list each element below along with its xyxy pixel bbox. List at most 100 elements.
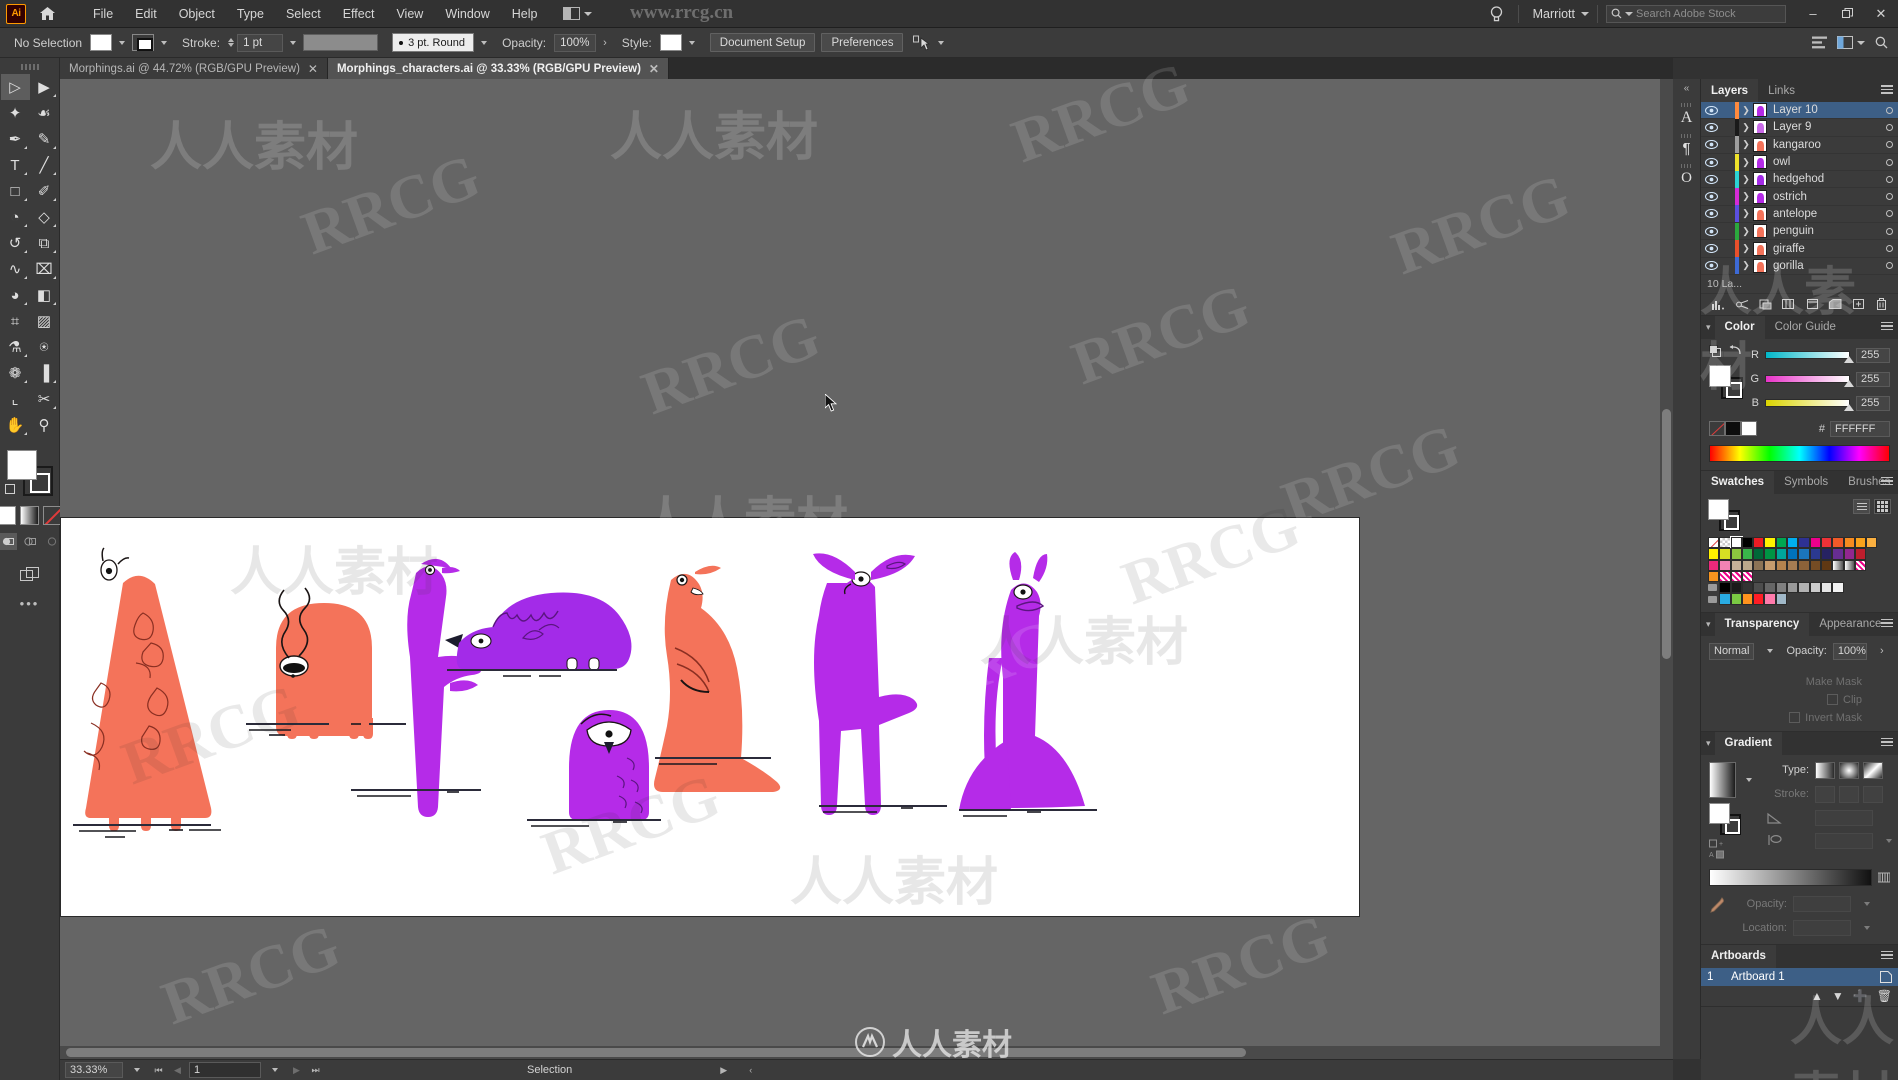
discover-bulb-icon[interactable] <box>1484 5 1510 22</box>
green-value-field[interactable]: 255 <box>1856 371 1890 387</box>
black-swatch[interactable] <box>1725 421 1741 437</box>
tab-artboards[interactable]: Artboards <box>1701 944 1776 968</box>
grid-view-icon[interactable] <box>1874 498 1891 514</box>
gradient-tool[interactable]: ▨ <box>30 308 59 334</box>
gradient-location-chevron-down-icon[interactable] <box>1864 925 1870 930</box>
create-new-sublayer-icon[interactable] <box>1806 298 1819 310</box>
linear-gradient-icon[interactable] <box>1815 761 1835 779</box>
search-panel-icon[interactable] <box>1875 36 1888 49</box>
layer-row[interactable]: ❯ Layer 10 <box>1701 101 1898 120</box>
rotate-tool[interactable]: ↺ <box>1 230 30 256</box>
none-swatch-icon[interactable] <box>1709 421 1725 437</box>
gradient-slider[interactable] <box>1709 868 1872 886</box>
last-artboard-button[interactable]: ⏭ <box>308 1065 323 1076</box>
tab-appearance[interactable]: Appearance <box>1809 613 1891 636</box>
mesh-tool[interactable]: ⌗ <box>1 308 30 334</box>
swatch-cell[interactable] <box>1708 548 1720 560</box>
menu-view[interactable]: View <box>385 3 434 25</box>
layer-expand-icon[interactable]: ❯ <box>1739 122 1753 133</box>
layer-visibility-icon[interactable] <box>1701 174 1721 184</box>
layer-target-icon[interactable] <box>1880 193 1898 201</box>
tab-symbols[interactable]: Symbols <box>1774 471 1838 494</box>
canvas-vertical-scrollbar[interactable] <box>1660 79 1673 1059</box>
layer-name[interactable]: ostrich <box>1767 191 1807 203</box>
stroke-chevron-down-icon[interactable] <box>161 40 168 45</box>
layer-row[interactable]: ❯ gorilla <box>1701 257 1898 275</box>
zoom-tool[interactable]: ⚲ <box>30 412 59 438</box>
layer-name[interactable]: penguin <box>1767 225 1814 237</box>
layer-expand-icon[interactable]: ❯ <box>1739 191 1753 202</box>
delete-selection-icon[interactable] <box>1876 298 1887 311</box>
blue-value-field[interactable]: 255 <box>1856 395 1890 411</box>
stroke-along-icon[interactable] <box>1839 785 1859 803</box>
panel-menu-icon[interactable] <box>1881 321 1893 331</box>
gradient-extra-icons[interactable]: + A <box>1709 839 1759 859</box>
edit-toolbar-icon[interactable]: ••• <box>20 596 40 611</box>
swatches-fill-swatch[interactable] <box>1708 498 1729 520</box>
canvas-area[interactable] <box>60 79 1673 1059</box>
release-to-layers-icon[interactable] <box>1735 299 1749 310</box>
width-tool[interactable]: ∿ <box>1 256 30 282</box>
swatch-cell[interactable] <box>1764 593 1776 605</box>
swatch-cell[interactable] <box>1753 548 1765 560</box>
aspect-chevron-down-icon[interactable] <box>1886 838 1892 843</box>
stroke-across-icon[interactable] <box>1863 785 1883 803</box>
tab-links[interactable]: Links <box>1758 79 1805 102</box>
paintbrush-tool[interactable]: ✐ <box>30 178 59 204</box>
layer-visibility-icon[interactable] <box>1701 157 1721 167</box>
reverse-gradient-icon[interactable] <box>1878 871 1890 884</box>
swatch-cell[interactable] <box>1741 593 1754 605</box>
swatch-cell[interactable] <box>1741 536 1754 549</box>
layer-visibility-icon[interactable] <box>1701 105 1721 115</box>
green-slider[interactable] <box>1765 375 1854 388</box>
stroke-within-icon[interactable] <box>1815 785 1835 803</box>
layer-name[interactable]: owl <box>1767 156 1790 168</box>
zoom-level-field[interactable]: 33.33% <box>65 1062 123 1078</box>
first-artboard-button[interactable]: ⏮ <box>151 1065 166 1076</box>
swatch-cell[interactable] <box>1753 536 1765 549</box>
layer-row[interactable]: ❯ antelope <box>1701 205 1898 224</box>
status-back-icon[interactable]: ‹ <box>743 1065 758 1076</box>
tab-color[interactable]: Color <box>1714 315 1765 339</box>
tab-layers[interactable]: Layers <box>1701 79 1759 102</box>
collapse-icon[interactable]: ▾ <box>1701 738 1715 749</box>
layer-target-icon[interactable] <box>1880 245 1898 253</box>
expand-panels-icon[interactable]: « <box>1684 83 1690 94</box>
swatch-cell[interactable] <box>1832 536 1844 549</box>
menu-object[interactable]: Object <box>168 3 226 25</box>
white-swatch[interactable] <box>1741 421 1757 437</box>
layer-row[interactable]: ❯ giraffe <box>1701 240 1898 258</box>
clip-checkbox[interactable] <box>1827 694 1839 706</box>
layer-visibility-icon[interactable] <box>1701 192 1721 202</box>
swatch-cell[interactable] <box>1730 582 1742 594</box>
fill-chevron-down-icon[interactable] <box>119 40 126 45</box>
swatches-grid[interactable] <box>1708 535 1888 605</box>
swatch-cell[interactable] <box>1866 536 1878 549</box>
shaper-tool[interactable]: ◔ <box>1 204 30 230</box>
new-artboard-icon[interactable] <box>1880 970 1892 983</box>
layer-expand-icon[interactable]: ❯ <box>1739 174 1753 185</box>
make-mask-button[interactable]: Make Mask <box>1806 676 1862 688</box>
panel-menu-icon[interactable] <box>1881 618 1893 628</box>
swatch-cell[interactable] <box>1809 548 1821 560</box>
add-layer-icon[interactable] <box>1852 298 1865 310</box>
swatch-cell[interactable] <box>1854 536 1867 549</box>
preferences-button[interactable]: Preferences <box>821 33 904 52</box>
layer-expand-icon[interactable]: ❯ <box>1739 139 1753 150</box>
opacity-field[interactable]: 100% <box>554 33 597 52</box>
gradient-preview[interactable] <box>1709 761 1736 798</box>
gradient-chevron-down-icon[interactable] <box>1746 777 1752 782</box>
delete-artboard-icon[interactable]: 🗑 <box>1877 989 1892 1003</box>
hex-value-field[interactable]: FFFFFF <box>1830 420 1890 437</box>
swatch-cell[interactable] <box>1730 559 1742 571</box>
menu-select[interactable]: Select <box>275 3 332 25</box>
perspective-grid-tool[interactable]: ◧ <box>30 282 59 308</box>
gradient-eyedropper-icon[interactable] <box>1709 896 1727 914</box>
layer-target-icon[interactable] <box>1880 106 1898 114</box>
swatch-cell[interactable] <box>1775 559 1788 571</box>
layer-visibility-icon[interactable] <box>1701 122 1721 132</box>
gradient-aspect-field[interactable] <box>1815 832 1873 849</box>
magic-wand-tool[interactable]: ✦ <box>1 100 30 126</box>
pen-tool[interactable]: ✒ <box>1 126 30 152</box>
panel-menu-icon[interactable] <box>1881 950 1893 960</box>
